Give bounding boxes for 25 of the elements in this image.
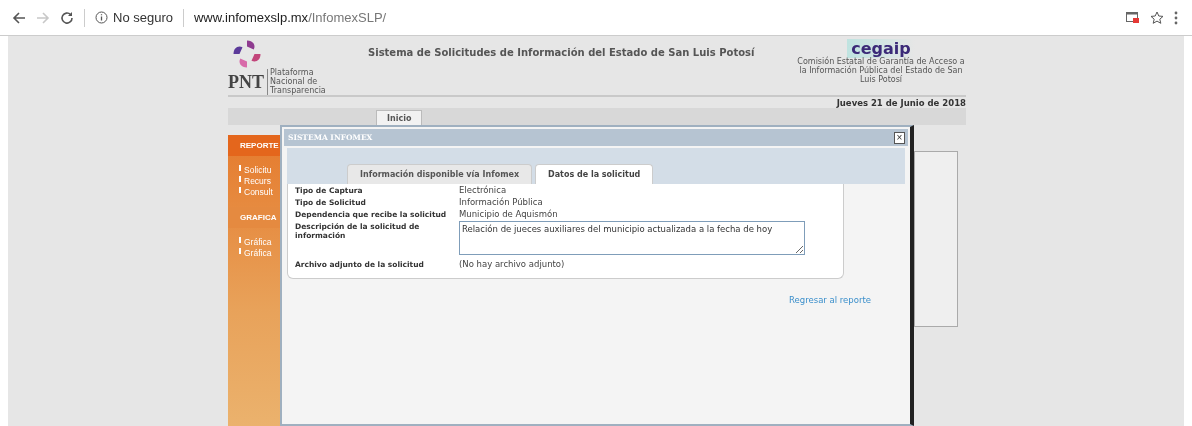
nav-tab[interactable]: Inicio bbox=[376, 110, 423, 125]
star-icon[interactable] bbox=[1150, 10, 1164, 25]
field-value: Electrónica bbox=[459, 185, 507, 195]
swirl-logo-icon bbox=[232, 39, 262, 69]
logo-subtitle: Comisión Estatal de Garantía de Acceso a la Información Pública del Estado de San Luis Potosí bbox=[796, 58, 966, 85]
logo-subtitle: Plataforma Nacional de Transparencia bbox=[267, 69, 330, 96]
field-value: Información Pública bbox=[459, 197, 543, 207]
logo-text: PNT bbox=[228, 71, 264, 93]
field-value: (No hay archivo adjunto) bbox=[459, 259, 565, 269]
menu-icon[interactable] bbox=[1174, 10, 1178, 25]
info-icon[interactable] bbox=[95, 11, 108, 24]
date-label: Jueves 21 de Junio de 2018 bbox=[835, 97, 966, 108]
back-arrow-icon[interactable] bbox=[12, 10, 26, 25]
address-bar-url[interactable]: www.infomexslp.mx/InfomexSLP/ bbox=[194, 10, 387, 25]
sidebar-heading: REPORTE bbox=[228, 135, 280, 156]
field-value: Municipio de Aquismón bbox=[459, 209, 558, 219]
reload-icon[interactable] bbox=[60, 10, 74, 25]
description-field[interactable]: Relación de jueces auxiliares del municipio actualizada a la fecha de hoy bbox=[459, 221, 805, 255]
security-label: No seguro bbox=[113, 10, 173, 25]
site-title: Sistema de Solicitudes de Información del Estado de San Luis Potosí bbox=[368, 46, 756, 58]
tab[interactable]: Datos de la solicitud bbox=[535, 164, 654, 184]
back-link[interactable]: Regresar al reporte bbox=[789, 295, 871, 305]
close-button[interactable]: × bbox=[894, 131, 905, 144]
tab[interactable]: Información disponible vía Infomex bbox=[347, 164, 533, 184]
window-icon[interactable] bbox=[1126, 11, 1140, 24]
